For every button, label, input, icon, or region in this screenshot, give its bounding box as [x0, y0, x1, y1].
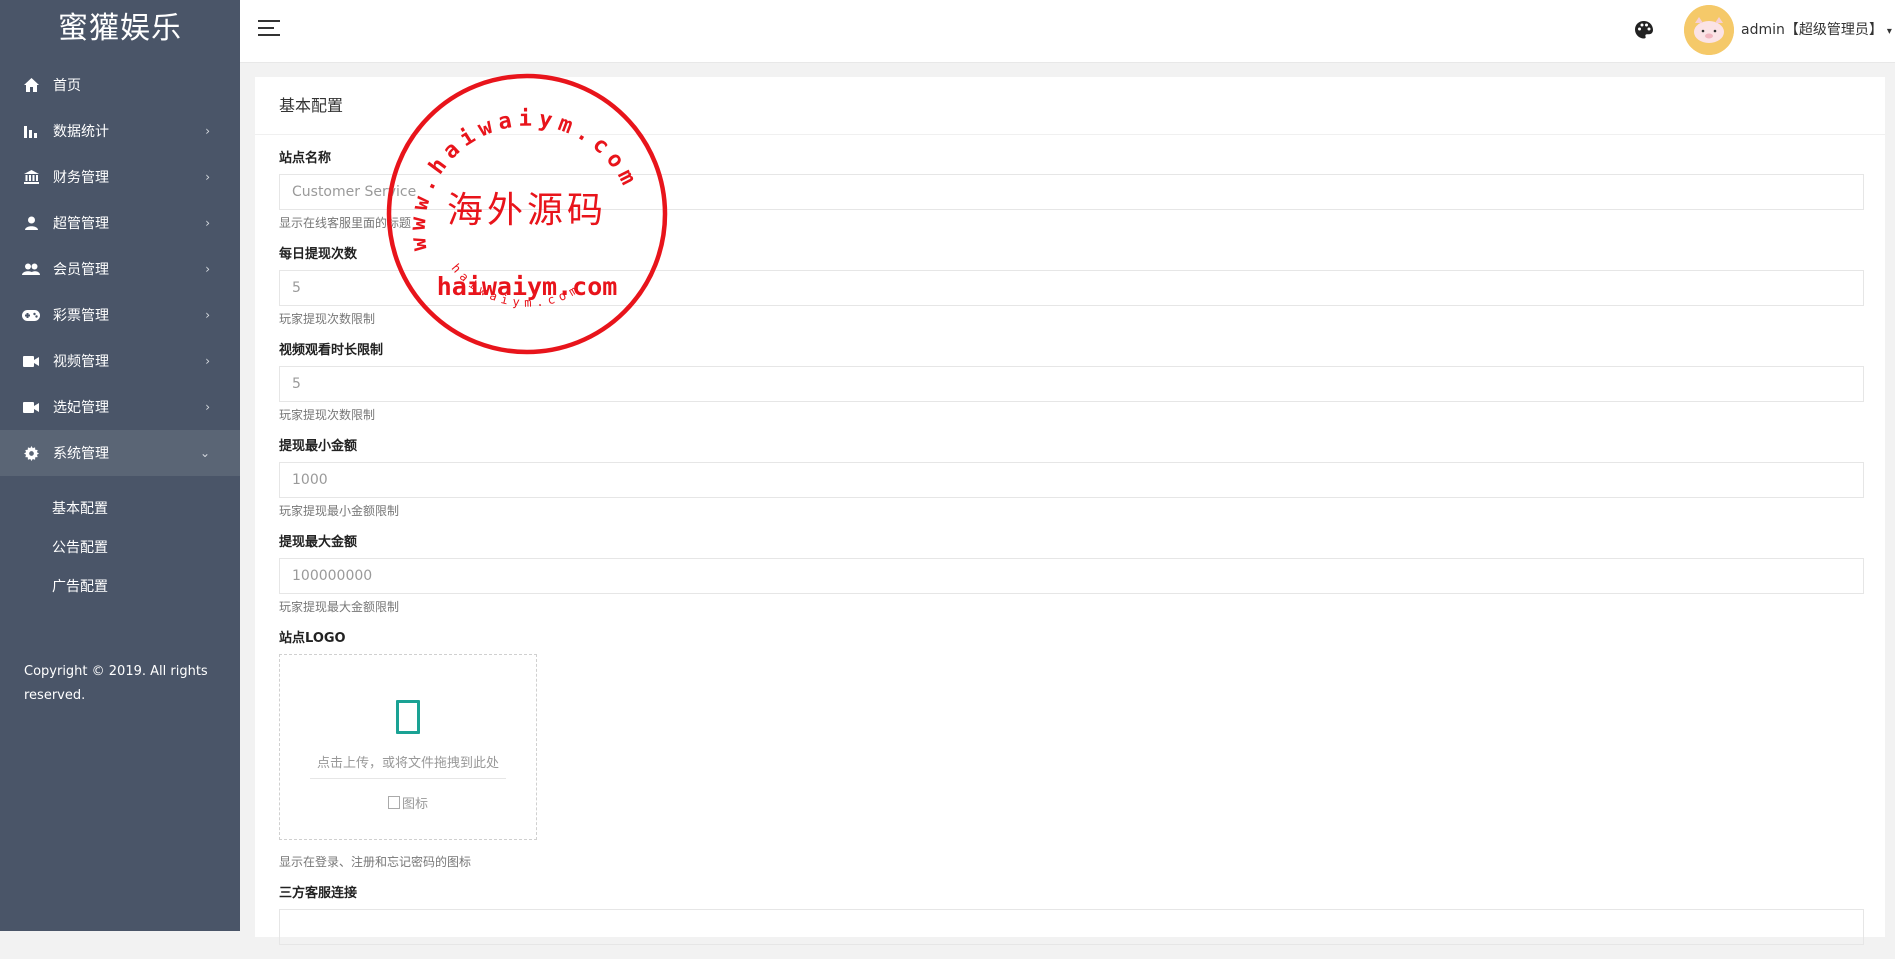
gamepad-icon — [22, 306, 40, 324]
user-icon — [22, 214, 40, 232]
page-title: 基本配置 — [255, 77, 1885, 135]
video-limit-input[interactable] — [279, 366, 1864, 402]
config-form: 站点名称 显示在线客服里面的标题 每日提现次数 玩家提现次数限制 视频观看时长限… — [279, 149, 1864, 959]
form-group: 视频观看时长限制 玩家提现次数限制 — [279, 341, 1864, 423]
sidebar-item-label: 彩票管理 — [53, 308, 109, 324]
daily-withdraw-help: 玩家提现次数限制 — [279, 312, 376, 326]
site-logo-label: 站点LOGO — [279, 631, 346, 646]
max-withdraw-help: 玩家提现最大金额限制 — [279, 600, 400, 614]
bank-icon — [22, 168, 40, 186]
chevron-right-icon: › — [205, 262, 210, 276]
app-logo: 蜜獾娱乐 — [58, 11, 182, 46]
logo-preview-alt: 图标 — [401, 797, 428, 812]
site-name-help: 显示在线客服里面的标题 — [279, 216, 412, 230]
daily-withdraw-field[interactable] — [292, 271, 1863, 305]
divider — [310, 778, 506, 779]
sidebar-item-label: 选妃管理 — [53, 400, 109, 416]
video-limit-label: 视频观看时长限制 — [279, 343, 384, 358]
broken-image-icon — [387, 796, 400, 809]
upload-hint: 点击上传，或将文件拖拽到此处 — [316, 756, 499, 771]
gear-icon — [22, 444, 40, 462]
avatar[interactable] — [1684, 5, 1734, 55]
home-icon — [22, 76, 40, 94]
copyright-text: Copyright © 2019. All rights reserved. — [24, 664, 208, 703]
video-limit-help: 玩家提现次数限制 — [279, 408, 376, 422]
users-icon — [22, 260, 40, 278]
form-group: 站点名称 显示在线客服里面的标题 — [279, 149, 1864, 231]
config-panel: 基本配置 站点名称 显示在线客服里面的标题 每日提现次数 玩家提现次数限制 视频… — [255, 77, 1885, 945]
sidebar-item-video[interactable]: 视频管理 › — [0, 338, 240, 384]
chevron-right-icon: › — [205, 170, 210, 184]
chevron-right-icon: › — [205, 354, 210, 368]
sidebar-item-selection[interactable]: 选妃管理 › — [0, 384, 240, 430]
third-party-cs-label: 三方客服连接 — [279, 886, 358, 901]
username: admin【超级管理员】 — [1741, 22, 1883, 38]
video-icon — [22, 352, 40, 370]
site-logo-help: 显示在登录、注册和忘记密码的图标 — [279, 855, 472, 869]
site-name-field[interactable] — [292, 175, 1863, 209]
form-group: 站点LOGO 点击上传，或将文件拖拽到此处 图标 显示在登录、注册和忘记密码的图… — [279, 629, 1864, 870]
site-name-label: 站点名称 — [279, 151, 332, 166]
sidebar: 蜜獾娱乐 首页 数据统计 › 财务管理 › 超管管理 › 会员管理 › 彩票管理… — [0, 0, 240, 931]
form-group: 三方客服连接 — [279, 884, 1864, 945]
daily-withdraw-input[interactable] — [279, 270, 1864, 306]
chevron-down-icon: ⌄ — [199, 446, 210, 460]
sidebar-subitem-notice-config[interactable]: 公告配置 — [0, 527, 240, 566]
top-header: admin【超级管理员】 ▾ — [240, 0, 1895, 63]
sidebar-item-finance[interactable]: 财务管理 › — [0, 154, 240, 200]
menu-toggle-icon[interactable] — [258, 20, 280, 38]
sidebar-item-label: 会员管理 — [53, 262, 109, 278]
form-group: 提现最小金额 玩家提现最小金额限制 — [279, 437, 1864, 519]
sidebar-item-lottery[interactable]: 彩票管理 › — [0, 292, 240, 338]
chevron-right-icon: › — [205, 216, 210, 230]
sidebar-item-super-admin[interactable]: 超管管理 › — [0, 200, 240, 246]
user-menu[interactable]: admin【超级管理员】 ▾ — [1741, 19, 1892, 39]
min-withdraw-label: 提现最小金额 — [279, 439, 358, 454]
sidebar-item-label: 超管管理 — [53, 216, 109, 232]
sidebar-item-label: 首页 — [53, 78, 81, 94]
sidebar-item-label: 财务管理 — [53, 170, 109, 186]
sidebar-item-label: 系统管理 — [53, 446, 109, 462]
upload-icon — [396, 700, 420, 734]
min-withdraw-help: 玩家提现最小金额限制 — [279, 504, 400, 518]
sidebar-item-label: 视频管理 — [53, 354, 109, 370]
chevron-right-icon: › — [205, 308, 210, 322]
chevron-right-icon: › — [205, 400, 210, 414]
max-withdraw-field[interactable] — [292, 559, 1863, 593]
logo-upload-area[interactable]: 点击上传，或将文件拖拽到此处 图标 — [279, 654, 537, 840]
sidebar-subitem-ad-config[interactable]: 广告配置 — [0, 566, 240, 605]
sidebar-item-members[interactable]: 会员管理 › — [0, 246, 240, 292]
max-withdraw-input[interactable] — [279, 558, 1864, 594]
min-withdraw-input[interactable] — [279, 462, 1864, 498]
sidebar-item-statistics[interactable]: 数据统计 › — [0, 108, 240, 154]
sidebar-item-home[interactable]: 首页 — [0, 62, 240, 108]
daily-withdraw-label: 每日提现次数 — [279, 247, 358, 262]
caret-down-icon: ▾ — [1886, 26, 1892, 37]
logo-preview: 图标 — [280, 793, 536, 812]
video-icon — [22, 398, 40, 416]
form-group: 每日提现次数 玩家提现次数限制 — [279, 245, 1864, 327]
bar-chart-icon — [22, 122, 40, 140]
palette-icon[interactable] — [1634, 20, 1654, 40]
sidebar-item-label: 数据统计 — [53, 124, 109, 140]
sidebar-subitem-basic-config[interactable]: 基本配置 — [0, 488, 240, 527]
third-party-cs-input[interactable] — [279, 909, 1864, 945]
chevron-right-icon: › — [205, 124, 210, 138]
min-withdraw-field[interactable] — [292, 463, 1863, 497]
form-group: 提现最大金额 玩家提现最大金额限制 — [279, 533, 1864, 615]
site-name-input[interactable] — [279, 174, 1864, 210]
sidebar-item-system[interactable]: 系统管理 ⌄ — [0, 430, 240, 476]
video-limit-field[interactable] — [292, 367, 1863, 401]
max-withdraw-label: 提现最大金额 — [279, 535, 358, 550]
